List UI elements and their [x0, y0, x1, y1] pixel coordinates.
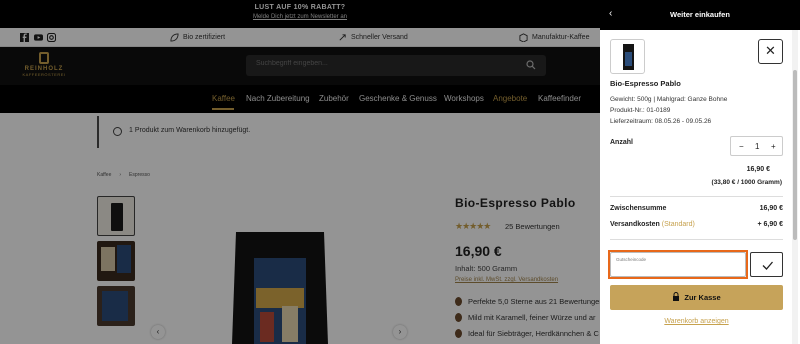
cart-item-number: Produkt-Nr.: 01-0189: [610, 107, 671, 114]
shipping-label: Versandkosten: [610, 221, 660, 228]
plus-icon[interactable]: +: [771, 142, 776, 151]
apply-coupon-button[interactable]: [750, 252, 783, 277]
subtotal-value: 16,90 €: [759, 205, 783, 212]
divider: [610, 196, 783, 197]
view-cart-link[interactable]: Warenkorb anzeigen: [610, 318, 783, 325]
shipping-method-link[interactable]: (Standard): [662, 221, 695, 228]
focus-highlight: [608, 250, 748, 279]
shop-page: LUST AUF 10% RABATT? Melde Dich jetzt zu…: [0, 0, 800, 344]
remove-item-button[interactable]: ✕: [758, 39, 783, 64]
cart-item-price: 16,90 €: [746, 166, 770, 173]
quantity-label: Anzahl: [610, 139, 633, 146]
scrollbar-thumb[interactable]: [793, 70, 797, 240]
modal-overlay[interactable]: [0, 0, 600, 344]
lock-icon: [673, 292, 680, 301]
minus-icon[interactable]: −: [739, 142, 744, 151]
quantity-value[interactable]: 1: [755, 142, 759, 151]
cart-item-weight: Gewicht: 500g | Mahlgrad: Ganze Bohne: [610, 96, 728, 103]
cart-item-name[interactable]: Bio-Espresso Pablo: [610, 79, 681, 88]
divider: [610, 239, 783, 240]
cart-scrollbar[interactable]: [792, 30, 798, 344]
offcanvas-cart: ‹ Weiter einkaufen ✕ Bio-Espresso Pablo …: [600, 0, 800, 344]
cart-item-image[interactable]: [610, 39, 645, 74]
shipping-row: Versandkosten (Standard) + 6,90 €: [610, 221, 783, 228]
check-icon: [762, 261, 773, 270]
cart-item-label: [625, 52, 632, 66]
cart-item-delivery: Lieferzeitraum: 08.05.26 - 09.05.26: [610, 118, 712, 125]
close-icon: ✕: [765, 43, 776, 58]
continue-shopping-button[interactable]: Weiter einkaufen: [600, 10, 800, 19]
subtotal-label: Zwischensumme: [610, 205, 667, 212]
shipping-value: + 6,90 €: [757, 221, 784, 228]
subtotal-row: Zwischensumme 16,90 €: [610, 205, 783, 212]
cart-item-unit-price: (33,80 € / 1000 Gramm): [711, 179, 782, 186]
checkout-button[interactable]: Zur Kasse: [610, 285, 783, 310]
checkout-label: Zur Kasse: [684, 293, 721, 302]
quantity-stepper: − 1 +: [730, 136, 783, 156]
cart-header: ‹ Weiter einkaufen: [600, 0, 800, 30]
